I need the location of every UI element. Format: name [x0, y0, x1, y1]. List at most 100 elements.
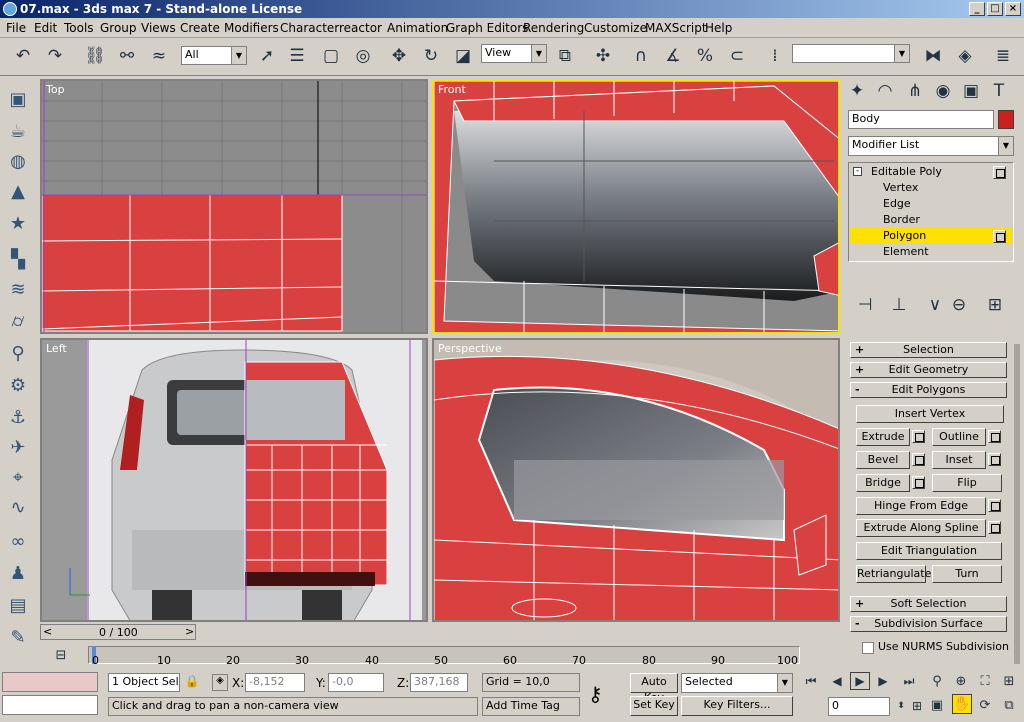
bridge-button[interactable]: Bridge: [856, 474, 910, 492]
edit-named-selection-icon[interactable]: ⁞: [762, 43, 788, 69]
modifier-list-dropdown[interactable]: Modifier List ▼: [848, 136, 1014, 156]
arc-rotate-icon[interactable]: ⟳: [976, 696, 994, 714]
light-icon[interactable]: ✈: [5, 434, 31, 460]
key-filters-button[interactable]: Key Filters...: [681, 696, 793, 716]
collapse-icon[interactable]: -: [853, 167, 862, 176]
stack-polygon[interactable]: Polygon: [883, 229, 926, 242]
viewport-label-front[interactable]: Front: [438, 83, 466, 96]
menu-modifiers[interactable]: Modifiers: [224, 21, 279, 35]
torus-knot-icon[interactable]: ∞: [5, 528, 31, 554]
box-icon[interactable]: ▣: [5, 86, 31, 112]
spring-icon[interactable]: ≋: [5, 276, 31, 302]
menu-file[interactable]: File: [6, 21, 26, 35]
select-object-icon[interactable]: ➚: [254, 43, 280, 69]
menu-graph-editors[interactable]: Graph Editors: [446, 21, 528, 35]
close-button[interactable]: ×: [1005, 2, 1021, 16]
menu-help[interactable]: Help: [705, 21, 732, 35]
wave-icon[interactable]: ∿: [5, 494, 31, 520]
redo-icon[interactable]: ↷: [42, 43, 68, 69]
scale-icon[interactable]: ◪: [450, 43, 476, 69]
menu-tools[interactable]: Tools: [64, 21, 94, 35]
utilities-tab-icon[interactable]: T: [986, 78, 1012, 104]
extrude-along-spline-button[interactable]: Extrude Along Spline: [856, 519, 986, 537]
star-icon[interactable]: ★: [5, 210, 31, 236]
stack-polygon-row[interactable]: [850, 228, 1012, 244]
extrude-settings-icon[interactable]: [912, 430, 925, 443]
turn-button[interactable]: Turn: [932, 565, 1002, 583]
time-slider[interactable]: < 0 / 100 >: [40, 624, 196, 640]
outline-button[interactable]: Outline: [932, 428, 986, 446]
stack-toggle-icon[interactable]: [993, 166, 1006, 179]
y-coordinate-field[interactable]: -0,0: [328, 673, 384, 692]
display-tab-icon[interactable]: ▣: [958, 78, 984, 104]
outline-settings-icon[interactable]: [988, 430, 1001, 443]
stack-toggle-icon[interactable]: [993, 230, 1006, 243]
x-coordinate-field[interactable]: -8,152: [245, 673, 305, 692]
maxscript-listener-pink[interactable]: [2, 672, 98, 692]
menu-customize[interactable]: Customize: [584, 21, 647, 35]
inset-settings-icon[interactable]: [988, 453, 1001, 466]
menu-maxscript[interactable]: MAXScript: [645, 21, 707, 35]
menu-rendering[interactable]: Rendering: [523, 21, 584, 35]
set-key-button[interactable]: Set Key: [630, 696, 678, 716]
absolute-mode-icon[interactable]: ◈: [212, 674, 228, 691]
zoom-extents-all-icon[interactable]: ⊞: [1000, 672, 1018, 690]
time-config-icon[interactable]: ⊞: [908, 696, 926, 716]
checker-material-icon[interactable]: ▚: [5, 246, 31, 272]
menu-edit[interactable]: Edit: [34, 21, 57, 35]
rectangular-selection-icon[interactable]: ▢: [318, 43, 344, 69]
field-of-view-icon[interactable]: ▣: [928, 696, 946, 714]
play-icon[interactable]: ▶: [850, 672, 870, 690]
biped-icon[interactable]: ♟: [5, 560, 31, 586]
command-panel-scrollbar[interactable]: [1014, 344, 1020, 664]
mirror-icon[interactable]: ⧓: [920, 43, 946, 69]
rollout-soft-selection[interactable]: + Soft Selection: [850, 596, 1007, 612]
rotate-icon[interactable]: ↻: [418, 43, 444, 69]
auto-key-button[interactable]: Auto Key: [630, 673, 678, 704]
zoom-all-icon[interactable]: ⊕: [952, 672, 970, 690]
bevel-button[interactable]: Bevel: [856, 451, 910, 469]
edit-triangulation-button[interactable]: Edit Triangulation: [856, 542, 1002, 560]
angle-snap-icon[interactable]: ∡: [660, 43, 686, 69]
viewport-label-top[interactable]: Top: [46, 83, 65, 96]
stack-edge[interactable]: Edge: [883, 197, 911, 210]
reference-coordinate-dropdown[interactable]: View ▼: [481, 44, 547, 63]
bevel-settings-icon[interactable]: [912, 453, 925, 466]
modify-tab-icon[interactable]: ◠: [872, 78, 898, 104]
frame-spinner-icon[interactable]: ⬍: [894, 696, 908, 716]
menu-animation[interactable]: Animation: [387, 21, 448, 35]
viewport-top[interactable]: Top: [40, 79, 428, 334]
rollout-edit-geometry[interactable]: + Edit Geometry: [850, 362, 1007, 378]
viewport-left[interactable]: Left: [40, 338, 428, 622]
menu-character[interactable]: Character: [280, 21, 339, 35]
viewport-label-perspective[interactable]: Perspective: [438, 342, 502, 355]
time-prev-icon[interactable]: <: [43, 625, 52, 638]
menu-reactor[interactable]: reactor: [339, 21, 382, 35]
use-nurms-checkbox[interactable]: [862, 642, 874, 654]
selection-filter-dropdown[interactable]: All ▼: [181, 46, 247, 65]
menu-create[interactable]: Create: [180, 21, 220, 35]
link-icon[interactable]: ⛓: [82, 43, 108, 69]
sphere-icon[interactable]: ◍: [5, 148, 31, 174]
rollout-subdivision-surface[interactable]: - Subdivision Surface: [850, 616, 1007, 632]
move-icon[interactable]: ✥: [386, 43, 412, 69]
select-by-name-icon[interactable]: ☰: [284, 43, 310, 69]
bridge-settings-icon[interactable]: [912, 476, 925, 489]
menu-views[interactable]: Views: [141, 21, 176, 35]
lock-selection-icon[interactable]: 🔒: [184, 674, 200, 691]
track-bar[interactable]: ⊟ 0 10 20 30 40 50 60 70 80 90 100: [0, 644, 842, 668]
key-icon[interactable]: ⚷: [588, 682, 603, 706]
zoom-extents-icon[interactable]: ⛶: [976, 672, 994, 690]
remove-modifier-icon[interactable]: ⊖: [946, 292, 972, 318]
show-end-result-icon[interactable]: ⊥: [886, 292, 912, 318]
cloth-icon[interactable]: ▤: [5, 592, 31, 618]
helper-icon[interactable]: ⚓: [5, 404, 31, 430]
cylinder-icon[interactable]: ⌭: [5, 308, 31, 334]
snap-3d-icon[interactable]: ∩: [628, 43, 654, 69]
layer-manager-icon[interactable]: ≣: [990, 43, 1016, 69]
percent-snap-icon[interactable]: %: [692, 43, 718, 69]
next-frame-icon[interactable]: ▶: [874, 672, 892, 690]
spinner-snap-icon[interactable]: ⊂: [724, 43, 750, 69]
rollout-edit-polygons[interactable]: - Edit Polygons: [850, 382, 1007, 398]
go-to-start-icon[interactable]: ⏮: [802, 672, 820, 690]
